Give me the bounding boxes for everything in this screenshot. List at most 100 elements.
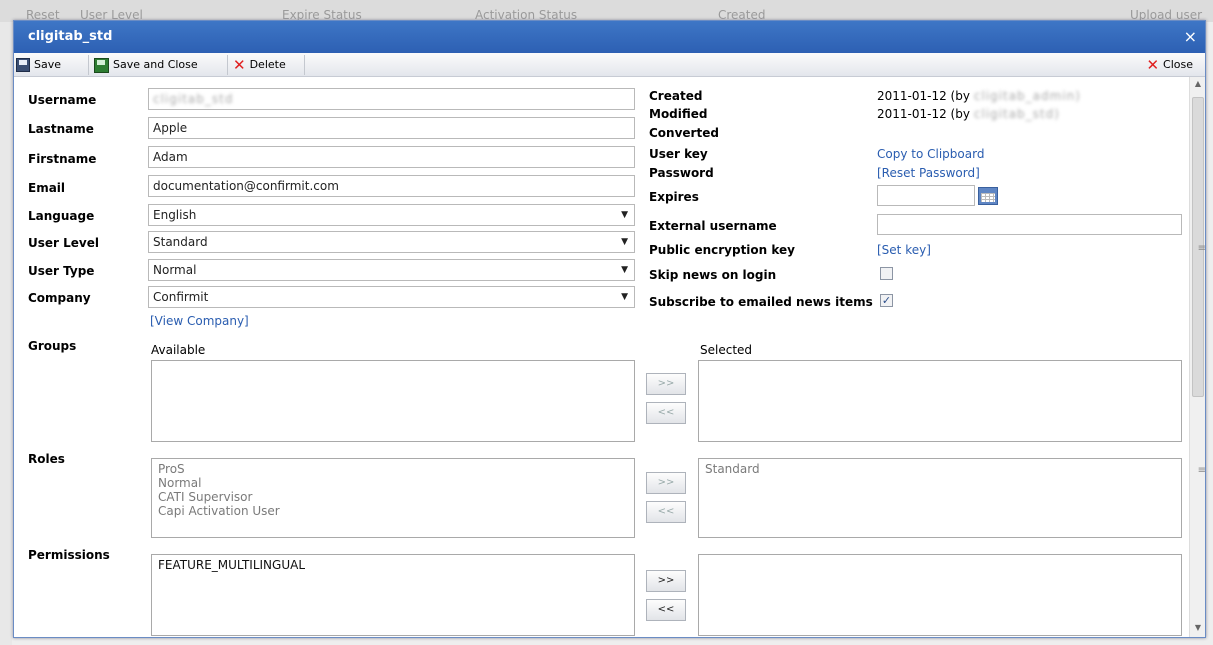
- company-value: Confirmit: [153, 290, 209, 304]
- user-level-select[interactable]: Standard ▼: [148, 231, 635, 253]
- groups-label: Groups: [28, 339, 77, 353]
- lastname-input[interactable]: Apple: [148, 117, 635, 139]
- close-label: Close: [1163, 58, 1193, 71]
- dialog-vertical-scrollbar[interactable]: ▲ ▼: [1189, 77, 1205, 637]
- dialog-content: Username cligitab_std Lastname Apple Fir…: [14, 77, 1191, 637]
- dialog-titlebar: cligitab_std ×: [14, 21, 1205, 53]
- dialog-title: cligitab_std: [28, 29, 113, 44]
- chevron-down-icon: ▼: [621, 237, 628, 247]
- user-type-label: User Type: [28, 264, 95, 278]
- list-item[interactable]: Normal: [158, 476, 628, 490]
- background-grid-header: Reset User Level Expire Status Activatio…: [0, 0, 1213, 22]
- save-and-close-label: Save and Close: [113, 58, 198, 71]
- groups-available-list[interactable]: [151, 360, 635, 442]
- resize-grip-icon[interactable]: ≡: [1198, 243, 1205, 254]
- email-label: Email: [28, 181, 66, 195]
- created-label: Created: [649, 89, 703, 103]
- permissions-selected-list[interactable]: [698, 554, 1182, 636]
- chevron-down-icon: ▼: [621, 210, 628, 220]
- background-left-strip: [0, 22, 12, 645]
- permissions-add-button[interactable]: >>: [646, 570, 686, 592]
- set-key-link[interactable]: [Set key]: [877, 243, 931, 257]
- view-company-link[interactable]: [View Company]: [150, 314, 249, 328]
- delete-icon: ✕: [233, 56, 246, 74]
- language-select[interactable]: English ▼: [148, 204, 635, 226]
- modified-date: 2011-01-12 (by: [877, 107, 974, 121]
- modified-label: Modified: [649, 107, 708, 121]
- user-level-value: Standard: [153, 235, 208, 249]
- groups-add-button[interactable]: >>: [646, 373, 686, 395]
- permissions-available-list[interactable]: FEATURE_MULTILINGUAL: [151, 554, 635, 636]
- username-label: Username: [28, 93, 97, 107]
- skip-news-checkbox[interactable]: [880, 267, 893, 280]
- firstname-input[interactable]: Adam: [148, 146, 635, 168]
- company-label: Company: [28, 291, 91, 305]
- email-input[interactable]: documentation@confirmit.com: [148, 175, 635, 197]
- permissions-remove-button[interactable]: <<: [646, 599, 686, 621]
- company-select[interactable]: Confirmit ▼: [148, 286, 635, 308]
- delete-label: Delete: [249, 58, 286, 71]
- roles-add-button[interactable]: >>: [646, 472, 686, 494]
- lastname-label: Lastname: [28, 122, 94, 136]
- created-date: 2011-01-12 (by: [877, 89, 974, 103]
- modified-by: cligitab_std): [973, 107, 1060, 121]
- groups-selected-label: Selected: [700, 343, 753, 357]
- resize-grip-icon[interactable]: ≡: [1198, 465, 1205, 476]
- username-value: cligitab_std: [153, 92, 234, 106]
- groups-available-label: Available: [151, 343, 206, 357]
- firstname-label: Firstname: [28, 152, 97, 166]
- close-x-icon: ✕: [1146, 56, 1160, 74]
- language-value: English: [153, 208, 197, 222]
- close-button[interactable]: ✕ Close: [1146, 56, 1193, 74]
- external-username-input[interactable]: [877, 214, 1182, 235]
- copy-to-clipboard-link[interactable]: Copy to Clipboard: [877, 147, 984, 161]
- language-label: Language: [28, 209, 95, 223]
- user-level-label: User Level: [28, 236, 99, 250]
- roles-selected-list[interactable]: Standard: [698, 458, 1182, 538]
- created-value: 2011-01-12 (by cligitab_admin): [877, 89, 1081, 103]
- save-label: Save: [34, 58, 62, 71]
- toolbar-separator: [88, 55, 89, 75]
- expires-label: Expires: [649, 190, 699, 204]
- external-username-label: External username: [649, 219, 777, 233]
- password-label: Password: [649, 166, 714, 180]
- dialog-toolbar: Save Save and Close ✕ Delete ✕ Close: [14, 53, 1205, 77]
- created-by: cligitab_admin): [973, 89, 1081, 103]
- toolbar-separator: [227, 55, 228, 75]
- subscribe-news-checkbox[interactable]: ✓: [880, 294, 893, 307]
- groups-remove-button[interactable]: <<: [646, 402, 686, 424]
- roles-remove-button[interactable]: <<: [646, 501, 686, 523]
- roles-available-list[interactable]: ProS Normal CATI Supervisor Capi Activat…: [151, 458, 635, 538]
- permissions-label: Permissions: [28, 548, 110, 562]
- list-item[interactable]: CATI Supervisor: [158, 490, 628, 504]
- roles-label: Roles: [28, 452, 65, 466]
- list-item[interactable]: FEATURE_MULTILINGUAL: [158, 558, 628, 572]
- save-icon: [16, 58, 30, 72]
- scroll-up-icon[interactable]: ▲: [1190, 79, 1205, 93]
- skip-news-label: Skip news on login: [649, 268, 777, 282]
- converted-label: Converted: [649, 126, 719, 140]
- user-type-select[interactable]: Normal ▼: [148, 259, 635, 281]
- expires-input[interactable]: [877, 185, 975, 206]
- user-type-value: Normal: [153, 263, 197, 277]
- groups-selected-list[interactable]: [698, 360, 1182, 442]
- save-button[interactable]: Save: [16, 56, 61, 74]
- list-item[interactable]: Capi Activation User: [158, 504, 628, 518]
- edit-user-dialog: cligitab_std × Save Save and Close ✕ Dele…: [13, 20, 1206, 638]
- subscribe-news-label: Subscribe to emailed news items: [649, 295, 873, 309]
- calendar-icon[interactable]: [978, 187, 998, 205]
- save-and-close-button[interactable]: Save and Close: [94, 56, 198, 74]
- save-and-close-icon: [94, 57, 109, 73]
- public-key-label: Public encryption key: [649, 243, 796, 257]
- delete-button[interactable]: ✕ Delete: [233, 56, 286, 74]
- list-item[interactable]: Standard: [705, 462, 1175, 476]
- chevron-down-icon: ▼: [621, 292, 628, 302]
- list-item[interactable]: ProS: [158, 462, 628, 476]
- modified-value: 2011-01-12 (by cligitab_std): [877, 107, 1060, 121]
- dialog-close-icon[interactable]: ×: [1184, 27, 1197, 46]
- chevron-down-icon: ▼: [621, 265, 628, 275]
- scroll-down-icon[interactable]: ▼: [1190, 623, 1205, 637]
- username-input[interactable]: cligitab_std: [148, 88, 635, 110]
- toolbar-separator: [304, 55, 305, 75]
- reset-password-link[interactable]: [Reset Password]: [877, 166, 980, 180]
